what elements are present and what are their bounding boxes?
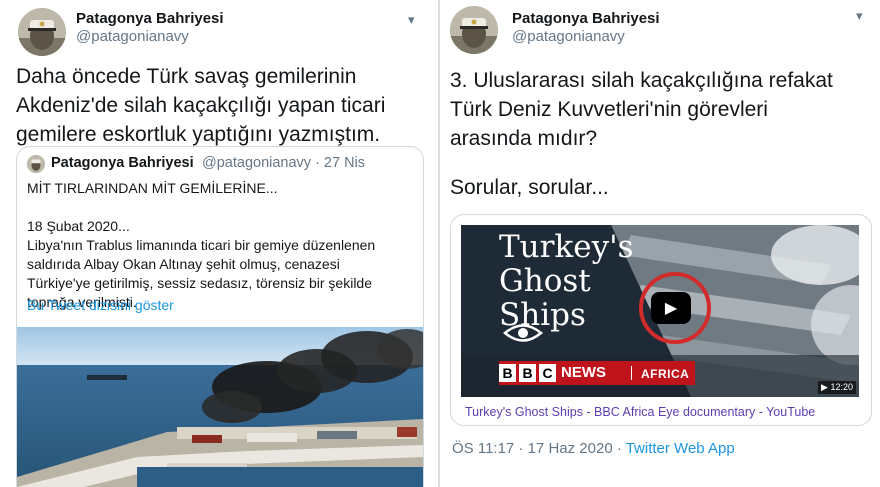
chevron-down-icon[interactable]: ▾ xyxy=(408,12,415,28)
bbc-logo-letter: B xyxy=(499,364,516,382)
video-thumbnail[interactable]: Turkey's Ghost Ships ▶ B B C NEWS AFRICA… xyxy=(461,225,859,397)
video-duration: ▶ 12:20 xyxy=(818,381,856,394)
africa-label: AFRICA xyxy=(641,367,690,381)
quote-avatar xyxy=(27,155,45,173)
quote-line: saldırıda Albay Okan Altınay şehit olmuş… xyxy=(27,256,340,272)
tweet-timestamp: ÖS 11:17 · 17 Haz 2020 · Twitter Web App xyxy=(452,440,735,457)
quote-line: Libya'nın Trablus limanında ticari bir g… xyxy=(27,237,376,253)
port-smoke-photo xyxy=(17,327,423,487)
quote-display-name: Patagonya Bahriyesi xyxy=(51,155,194,171)
tweet-line: arasında mıdır? xyxy=(450,127,598,150)
quote-line xyxy=(27,198,419,217)
avatar[interactable] xyxy=(450,6,498,54)
video-title-overlay: Turkey's Ghost Ships xyxy=(499,230,634,332)
tweet-text: 3. Uluslararası silah kaçakçılığına refa… xyxy=(450,66,878,202)
tweet-line: Türk Deniz Kuvvetleri'nin görevleri xyxy=(450,98,768,121)
display-name[interactable]: Patagonya Bahriyesi xyxy=(76,10,224,27)
tweet-line: Daha öncede Türk savaş gemilerinin xyxy=(16,65,357,88)
quote-line: Türkiye'ye getirilmiş, sessiz sedasız, t… xyxy=(27,275,373,291)
play-button[interactable]: ▶ xyxy=(651,292,691,324)
quote-meta: @patagonianavy · 27 Nis xyxy=(202,155,366,171)
eye-icon xyxy=(503,324,543,342)
quote-line: MİT TIRLARINDAN MİT GEMİLERİNE... xyxy=(27,180,278,196)
tweet-line xyxy=(450,153,878,173)
display-name[interactable]: Patagonya Bahriyesi xyxy=(512,10,660,27)
tweet-line: Akdeniz'de silah kaçakçılığı yapan ticar… xyxy=(16,94,386,117)
duration-text: 12:20 xyxy=(830,382,853,392)
timestamp-text[interactable]: ÖS 11:17 · 17 Haz 2020 · xyxy=(452,440,626,457)
bbc-logo-letter: B xyxy=(519,364,536,382)
right-tweet: Patagonya Bahriyesi @patagonianavy ▾ 3. … xyxy=(438,0,880,487)
bbc-logo: B B C xyxy=(499,364,556,382)
youtube-link-card[interactable]: Turkey's Ghost Ships ▶ B B C NEWS AFRICA… xyxy=(450,214,872,426)
avatar[interactable] xyxy=(18,8,66,56)
left-tweet: Patagonya Bahriyesi @patagonianavy ▾ Dah… xyxy=(0,0,438,487)
tweet-line: 3. Uluslararası silah kaçakçılığına refa… xyxy=(450,69,833,92)
chevron-down-icon[interactable]: ▾ xyxy=(856,8,863,24)
show-thread-link[interactable]: Bu Tweet dizisini göster xyxy=(27,297,174,313)
video-title-line: Turkey's xyxy=(499,229,634,265)
quote-line: 18 Şubat 2020... xyxy=(27,218,130,234)
video-title-line: Ghost xyxy=(499,263,591,299)
user-handle[interactable]: @patagonianavy xyxy=(512,28,625,45)
quoted-tweet[interactable]: Patagonya Bahriyesi @patagonianavy · 27 … xyxy=(16,146,424,487)
tweet-line: gemilere eskortluk yaptığını yazmıştım. xyxy=(16,123,381,146)
tweet-line: Sorular, sorular... xyxy=(450,176,609,199)
card-title-link[interactable]: Turkey's Ghost Ships - BBC Africa Eye do… xyxy=(465,405,815,419)
bbc-logo-letter: C xyxy=(539,364,556,382)
user-handle[interactable]: @patagonianavy xyxy=(76,28,189,45)
quote-text: MİT TIRLARINDAN MİT GEMİLERİNE... 18 Şub… xyxy=(27,179,419,312)
banner-divider xyxy=(631,366,632,380)
news-label: NEWS xyxy=(561,364,606,381)
tweet-text: Daha öncede Türk savaş gemilerinin Akden… xyxy=(16,62,426,149)
source-app-link[interactable]: Twitter Web App xyxy=(626,440,735,457)
